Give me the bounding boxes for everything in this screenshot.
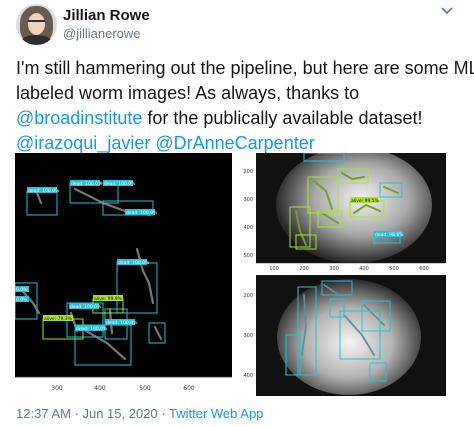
box-label: dead: 100.0% (70, 304, 102, 310)
tweet-line-3-text: for the publically available dataset! (142, 108, 423, 128)
tweet-timestamp[interactable]: 12:37 AM · Jun 15, 2020 · Twitter Web Ap… (16, 406, 263, 421)
y-tick-label: 200 (243, 169, 253, 175)
box-label: 0.0% (16, 287, 28, 293)
box-label: alive: 99.5% (351, 198, 380, 204)
worm-image-top-right[interactable]: alive: 99.5% dead: 98.6% 100 200 300 400… (234, 153, 453, 273)
y-tick-label: 400 (243, 373, 253, 379)
author-name[interactable]: Jillian Rowe (63, 7, 150, 24)
box-label: alive: 99.9% (94, 296, 123, 302)
mention-irazoqui[interactable]: @irazoqui_javier (16, 133, 150, 153)
x-tick-label: 300 (51, 385, 63, 392)
y-tick-label: 300 (243, 197, 253, 203)
box-label: dead: 100.0% (71, 181, 103, 187)
box-label: dead: 98.6% (375, 232, 404, 238)
box-label: dead: 100.0% (126, 210, 158, 216)
timestamp-text[interactable]: 12:37 AM · Jun 15, 2020 · (16, 406, 169, 421)
x-tick-label: 500 (389, 266, 399, 272)
box-label: dead: 100.0% (104, 181, 136, 187)
avatar-shirt (21, 35, 52, 45)
y-tick-label: 400 (243, 225, 253, 231)
source-link[interactable]: Twitter Web App (169, 406, 263, 421)
worm-image-left[interactable]: dead: 100.0% dead: 100.0% dead: 100.0% d… (15, 153, 232, 396)
y-tick-label: 300 (243, 333, 253, 339)
chevron-down-icon[interactable] (440, 4, 454, 18)
x-tick-label: 400 (359, 266, 369, 272)
tweet-line-1: I'm still hammering out the pipeline, bu… (16, 58, 474, 78)
x-tick-label: 200 (299, 266, 309, 272)
avatar-glasses (28, 20, 45, 27)
tweet-line-3: @broadinstitute for the publically avail… (16, 106, 466, 131)
x-tick-label: 600 (183, 385, 195, 392)
box-label: dead: 100.0% (118, 260, 150, 266)
box-label: dead: 100.0% (106, 320, 138, 326)
mention-drannecarpenter[interactable]: @DrAnneCarpenter (155, 133, 314, 153)
box-label: dead: 100.0% (76, 326, 108, 332)
y-tick-label: 200 (243, 293, 253, 299)
x-tick-label: 400 (94, 385, 106, 392)
x-tick-label: 300 (329, 266, 339, 272)
box-label: 0.0% (16, 297, 28, 303)
box-label: alive: 79.3% (44, 316, 73, 322)
y-tick-label: 500 (243, 253, 253, 259)
mention-broadinstitute[interactable]: @broadinstitute (16, 108, 142, 128)
avatar[interactable] (16, 4, 57, 45)
box-label: dead: 100.0% (28, 188, 60, 194)
x-tick-label: 500 (139, 385, 151, 392)
worm-image-bottom-right[interactable]: 200 300 400 (234, 275, 453, 396)
tweet-text: I'm still hammering out the pipeline, bu… (16, 56, 474, 156)
x-tick-label: 600 (419, 266, 429, 272)
author-handle[interactable]: @jillianerowe (63, 26, 141, 41)
tweet-line-2: labeled worm images! As always, thanks t… (16, 83, 360, 103)
x-tick-label: 100 (269, 266, 279, 272)
